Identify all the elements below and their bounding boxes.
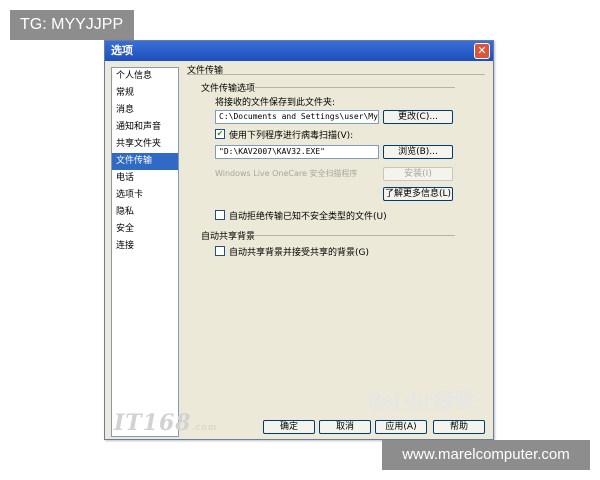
sidebar-item[interactable]: 隐私 [112, 204, 178, 221]
watermark-top: TG: MYYJJPP [10, 10, 134, 40]
virus-scan-label: 使用下列程序进行病毒扫描(V): [229, 131, 354, 141]
sidebar-item[interactable]: 选项卡 [112, 187, 178, 204]
sidebar-item[interactable]: 安全 [112, 221, 178, 238]
virus-scan-checkbox[interactable]: ✔ [215, 129, 225, 139]
transfer-options-title: 文件传输选项 [201, 84, 256, 94]
cancel-button[interactable]: 取消 [319, 420, 371, 434]
watermark-bottom: www.marelcomputer.com [382, 440, 590, 470]
more-info-button[interactable]: 了解更多信息(L) [383, 187, 453, 201]
heading-divider [187, 74, 485, 75]
reject-unsafe-label: 自动拒绝传输已知不安全类型的文件(U) [229, 212, 387, 222]
auto-share-divider [255, 235, 455, 236]
it168-logo-text: IT168 [114, 410, 192, 436]
sidebar-item[interactable]: 共享文件夹 [112, 136, 178, 153]
transfer-options-divider [255, 87, 455, 88]
change-folder-button[interactable]: 更改(C)... [383, 110, 453, 124]
browse-button[interactable]: 浏览(B)... [383, 145, 453, 159]
sidebar-item[interactable]: 个人信息 [112, 68, 178, 85]
it168-logo: IT168.com [114, 410, 217, 436]
auto-share-label: 自动共享背景并接受共享的背景(G) [229, 248, 369, 258]
help-button[interactable]: 帮助 [433, 420, 485, 434]
baidu-url: jingyan.baidu.com [372, 406, 446, 415]
sidebar-item[interactable]: 连接 [112, 238, 178, 255]
screenshot-stage: TG: MYYJJPP 选项 ✕ 个人信息 常规 消息 通知和声音 共享文件夹 文件传输电… [0, 0, 600, 480]
save-folder-label: 将接收的文件保存到此文件夹: [215, 98, 336, 108]
sidebar-item[interactable]: 电话 [112, 170, 178, 187]
window-title: 选项 [111, 44, 133, 57]
sidebar-item[interactable]: 通知和声音 [112, 119, 178, 136]
ok-button[interactable]: 确定 [263, 420, 315, 434]
scan-program-input[interactable]: "D:\KAV2007\KAV32.EXE" [215, 145, 379, 159]
install-button[interactable]: 安装(I) [383, 167, 453, 181]
options-dialog: 选项 ✕ 个人信息 常规 消息 通知和声音 共享文件夹 文件传输 电话 选项卡 隐私 安全 连接 文… [104, 40, 494, 440]
sidebar-item[interactable]: 文件传输 [112, 153, 178, 170]
apply-button[interactable]: 应用(A) [375, 420, 427, 434]
check-mark-icon: ✔ [216, 129, 224, 138]
sidebar-item[interactable]: 消息 [112, 102, 178, 119]
close-button[interactable]: ✕ [474, 43, 490, 59]
save-folder-input[interactable]: C:\Documents and Settings\user\My Doc [215, 110, 379, 124]
reject-unsafe-checkbox[interactable] [215, 210, 225, 220]
category-list: 个人信息 常规 消息 通知和声音 共享文件夹 文件传输 电话 选项卡 隐私 安全 连接 [111, 67, 179, 437]
auto-share-title: 自动共享背景 [201, 232, 256, 242]
sidebar-item[interactable]: 常规 [112, 85, 178, 102]
it168-logo-suffix: .com [191, 423, 218, 433]
onecare-label: Windows Live OneCare 安全扫描程序 [215, 169, 358, 178]
auto-share-checkbox[interactable] [215, 246, 225, 256]
title-bar[interactable]: 选项 ✕ [105, 41, 493, 61]
